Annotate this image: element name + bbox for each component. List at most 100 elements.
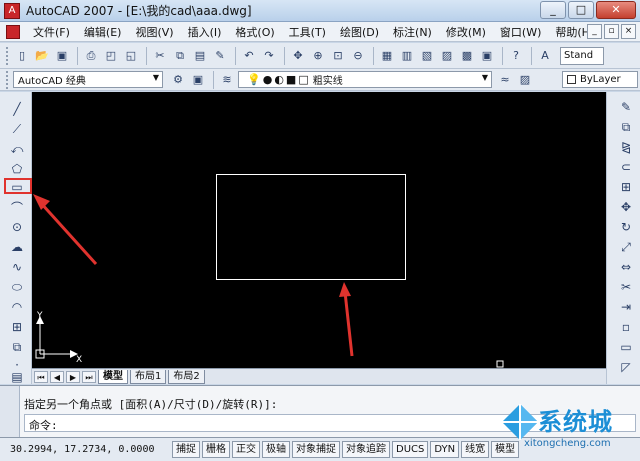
zoom-realtime-icon[interactable]: ⊕ [309,47,327,65]
tab-model[interactable]: 模型 [98,369,128,384]
doc-minimize-button[interactable]: _ [587,24,602,39]
ellipse-tool-icon[interactable]: ⬭ [8,278,26,296]
menu-modify[interactable]: 修改(M) [439,24,493,40]
open-file-icon[interactable]: 📂 [33,47,51,65]
grip-square[interactable] [496,360,504,368]
tab-layout2[interactable]: 布局2 [168,369,205,384]
properties-icon[interactable]: ▦ [378,47,396,65]
command-window-grip[interactable] [0,386,20,438]
maximize-button[interactable]: □ [568,1,594,19]
help-icon[interactable]: ? [507,47,525,65]
make-block-icon[interactable]: ⧉ [8,338,26,356]
lineweight-toggle[interactable]: 线宽 [461,441,490,458]
tab-layout1[interactable]: 布局1 [130,369,167,384]
snap-toggle[interactable]: 捕捉 [172,441,200,458]
design-center-icon[interactable]: ▥ [398,47,416,65]
minimize-button[interactable]: _ [540,1,566,19]
toolbar-grip[interactable] [6,46,9,65]
markup-icon[interactable]: ▩ [458,47,476,65]
menu-format[interactable]: 格式(O) [228,24,281,40]
tool-palettes-icon[interactable]: ▧ [418,47,436,65]
menu-dimension[interactable]: 标注(N) [386,24,439,40]
scale-icon[interactable]: ⤢ [617,238,635,256]
drawn-rectangle[interactable] [216,174,406,280]
otrack-toggle[interactable]: 对象追踪 [342,441,390,458]
menu-file[interactable]: 文件(F) [26,24,77,40]
cut-icon[interactable]: ✂ [151,47,169,65]
match-properties-icon[interactable]: ✎ [211,47,229,65]
calculator-icon[interactable]: ▣ [478,47,496,65]
coordinate-readout[interactable]: 30.2994, 17.2734, 0.0000 [0,444,172,455]
first-tab-icon[interactable]: ⏮ [34,370,48,383]
break-icon[interactable]: ▫ [617,318,635,336]
chamfer-icon[interactable]: ◸ [617,358,635,376]
sheet-set-icon[interactable]: ▨ [438,47,456,65]
extend-icon[interactable]: ⇥ [617,298,635,316]
ellipse-arc-icon[interactable]: ◠ [8,298,26,316]
ducs-toggle[interactable]: DUCS [392,441,429,458]
print-preview-icon[interactable]: ◰ [102,47,120,65]
arc-tool-icon[interactable]: ⌒ [8,198,26,216]
menu-draw[interactable]: 绘图(D) [333,24,386,40]
undo-icon[interactable]: ↶ [240,47,258,65]
prev-tab-icon[interactable]: ◀ [50,370,64,383]
menu-insert[interactable]: 插入(I) [181,24,229,40]
erase-icon[interactable]: ✎ [617,98,635,116]
autocad-app-icon[interactable]: A [4,2,20,19]
grid-toggle[interactable]: 栅格 [202,441,230,458]
doc-close-button[interactable]: × [621,24,636,39]
layer-combo[interactable]: 💡 ● ◐ ■ □ 粗实线 ▼ [238,71,492,88]
publish-icon[interactable]: ◱ [122,47,140,65]
menu-view[interactable]: 视图(V) [128,24,180,40]
workspace-save-icon[interactable]: ▣ [189,71,207,89]
close-button[interactable]: ✕ [596,1,636,19]
spline-tool-icon[interactable]: ∿ [8,258,26,276]
ortho-toggle[interactable]: 正交 [232,441,260,458]
zoom-window-icon[interactable]: ⊡ [329,47,347,65]
move-icon[interactable]: ✥ [617,198,635,216]
dyn-toggle[interactable]: DYN [430,441,460,458]
revision-cloud-icon[interactable]: ☁ [8,238,26,256]
construction-line-icon[interactable]: ⟋ [8,120,26,138]
next-tab-icon[interactable]: ▶ [66,370,80,383]
copy-object-icon[interactable]: ⧉ [617,118,635,136]
menu-tools[interactable]: 工具(T) [282,24,333,40]
rotate-icon[interactable]: ↻ [617,218,635,236]
polygon-tool-icon[interactable]: ⬠ [8,160,26,178]
array-icon[interactable]: ⊞ [617,178,635,196]
make-current-layer-icon[interactable]: ≈ [496,71,514,89]
toolbar-grip[interactable] [6,70,9,89]
save-icon[interactable]: ▣ [53,47,71,65]
paste-icon[interactable]: ▤ [191,47,209,65]
pan-icon[interactable]: ✥ [289,47,307,65]
menu-window[interactable]: 窗口(W) [493,24,548,40]
trim-icon[interactable]: ✂ [617,278,635,296]
circle-tool-icon[interactable]: ⊙ [8,218,26,236]
redo-icon[interactable]: ↷ [260,47,278,65]
last-tab-icon[interactable]: ⏭ [82,370,96,383]
workspace-settings-icon[interactable]: ⚙ [169,71,187,89]
insert-block-icon[interactable]: ⊞ [8,318,26,336]
polyline-tool-icon[interactable]: ⤺ [8,140,26,158]
line-tool-icon[interactable]: ╱ [8,100,26,118]
document-icon[interactable] [6,24,20,39]
text-style-combo[interactable]: Stand [560,46,604,65]
text-style-icon[interactable]: A [536,47,554,65]
layer-manager-icon[interactable]: ≋ [218,71,236,89]
join-icon[interactable]: ▭ [617,338,635,356]
mirror-icon[interactable]: ⧎ [617,138,635,156]
polar-toggle[interactable]: 极轴 [262,441,290,458]
new-file-icon[interactable]: ▯ [13,47,31,65]
offset-icon[interactable]: ⊂ [617,158,635,176]
stretch-icon[interactable]: ⇔ [617,258,635,276]
color-control-combo[interactable]: ByLayer [562,71,638,88]
drawing-area[interactable]: Y X [32,92,606,368]
osnap-toggle[interactable]: 对象捕捉 [292,441,340,458]
zoom-previous-icon[interactable]: ⊖ [349,47,367,65]
workspace-combo[interactable]: AutoCAD 经典 ▼ [13,71,163,88]
hatch-tool-icon[interactable]: ▤ [8,368,26,386]
print-icon[interactable]: ⎙ [82,47,100,65]
copy-icon[interactable]: ⧉ [171,47,189,65]
doc-restore-button[interactable]: ▫ [604,24,619,39]
layer-previous-icon[interactable]: ▨ [516,71,534,89]
